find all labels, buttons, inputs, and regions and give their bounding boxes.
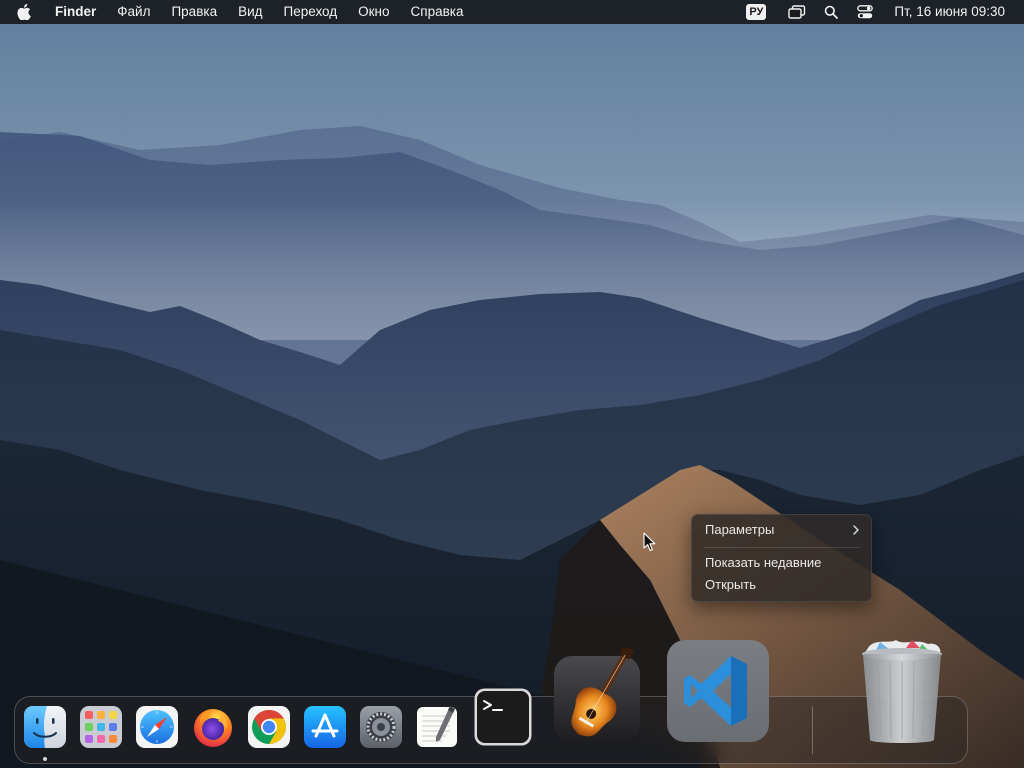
control-center-icon[interactable] — [856, 4, 874, 20]
finder-icon — [24, 706, 66, 748]
dock-item-garageband[interactable] — [554, 648, 642, 746]
app-store-icon — [304, 706, 346, 748]
dock-item-firefox[interactable] — [192, 706, 234, 748]
system-settings-icon — [360, 706, 402, 748]
terminal-icon — [474, 688, 532, 746]
vscode-icon — [667, 640, 769, 742]
dock-item-terminal[interactable] — [474, 688, 532, 746]
menu-window[interactable]: Окно — [348, 0, 400, 24]
dock-item-safari[interactable] — [136, 706, 178, 748]
apple-logo-icon[interactable] — [17, 4, 37, 20]
menu-view[interactable]: Вид — [228, 0, 273, 24]
dock-item-vscode[interactable] — [667, 640, 769, 742]
context-menu-item-open[interactable]: Открыть — [705, 575, 860, 595]
spotlight-search-icon[interactable] — [822, 4, 840, 20]
safari-icon — [136, 706, 178, 748]
input-source-indicator[interactable]: РУ — [746, 4, 767, 20]
menu-file[interactable]: Файл — [107, 0, 161, 24]
dock-context-menu: Параметры Показать недавние Открыть — [691, 514, 872, 602]
dock-item-app-store[interactable] — [304, 706, 346, 748]
menu-bar-left: Finder Файл Правка Вид Переход Окно Спра… — [0, 0, 474, 24]
chevron-right-icon — [852, 520, 860, 546]
garageband-icon — [554, 648, 642, 746]
menu-bar-right: РУ Пт, 16 июня 09:30 — [746, 0, 1024, 24]
context-menu-item-label: Открыть — [705, 577, 757, 592]
context-menu-item-label: Параметры — [705, 522, 775, 537]
menu-go[interactable]: Переход — [273, 0, 348, 24]
dock-item-textedit[interactable] — [416, 704, 458, 748]
screen-mirroring-icon[interactable] — [788, 4, 806, 20]
trash-full-icon — [856, 636, 948, 748]
running-indicator — [43, 757, 47, 761]
menu-bar-clock[interactable]: Пт, 16 июня 09:30 — [894, 0, 1005, 24]
menu-edit[interactable]: Правка — [161, 0, 228, 24]
dock-item-launchpad[interactable] — [80, 706, 122, 748]
dock-item-trash[interactable] — [856, 636, 948, 748]
menu-bar: Finder Файл Правка Вид Переход Окно Спра… — [0, 0, 1024, 24]
context-menu-item-label: Показать недавние — [705, 555, 822, 570]
dock-item-system-settings[interactable] — [360, 706, 402, 748]
dock-separator — [812, 706, 813, 754]
chrome-icon — [248, 706, 290, 748]
mouse-pointer-icon — [643, 532, 657, 552]
menu-help[interactable]: Справка — [400, 0, 474, 24]
context-menu-item-show-recents[interactable]: Показать недавние — [705, 553, 860, 573]
context-menu-separator — [703, 547, 860, 548]
firefox-icon — [192, 706, 234, 748]
menu-app-finder[interactable]: Finder — [51, 0, 107, 24]
launchpad-icon — [80, 706, 122, 748]
context-menu-item-options[interactable]: Параметры — [705, 520, 860, 540]
dock-item-chrome[interactable] — [248, 706, 290, 748]
dock-item-finder[interactable] — [24, 706, 66, 748]
textedit-icon — [416, 704, 458, 748]
